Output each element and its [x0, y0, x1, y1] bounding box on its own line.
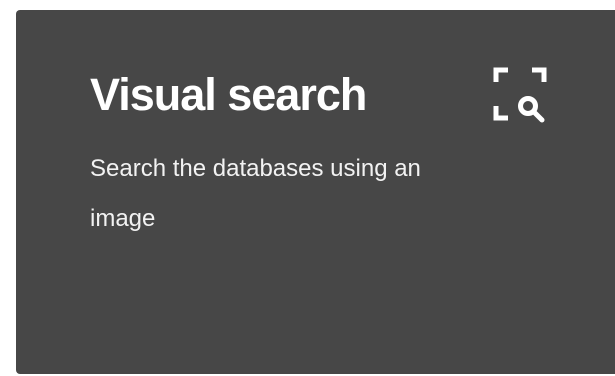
- visual-search-card[interactable]: Visual search Search the databases using…: [16, 10, 615, 374]
- card-description: Search the databases using an image: [90, 155, 421, 232]
- image-search-icon[interactable]: [492, 66, 550, 124]
- card-title: Visual search: [90, 69, 367, 120]
